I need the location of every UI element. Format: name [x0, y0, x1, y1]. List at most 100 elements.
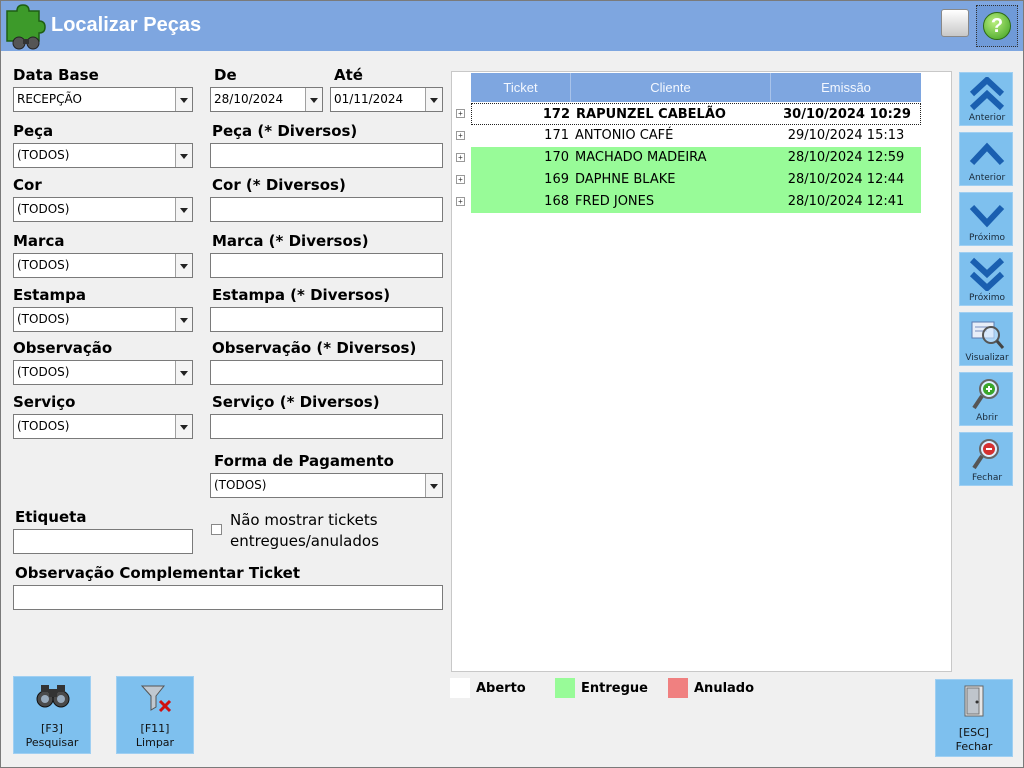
expand-icon[interactable]: + — [456, 197, 465, 206]
cor-label: Cor — [13, 176, 42, 194]
chevron-down-icon[interactable] — [305, 88, 322, 111]
servico-diversos-label: Serviço (* Diversos) — [212, 393, 380, 411]
observacao-diversos-label: Observação (* Diversos) — [212, 339, 417, 357]
expand-icon[interactable]: + — [456, 109, 465, 118]
chevron-down-icon[interactable] — [425, 88, 442, 111]
row-emissao: 28/10/2024 12:44 — [787, 172, 905, 187]
observacao-value: (TODOS) — [17, 365, 70, 379]
pesquisar-label: Pesquisar — [25, 736, 79, 749]
cor-diversos-input[interactable] — [210, 197, 443, 222]
ate-value: 01/11/2024 — [334, 92, 404, 106]
row-cliente: RAPUNZEL CABELÃO — [576, 107, 726, 122]
chevron-down-icon[interactable] — [175, 361, 192, 384]
chevron-down-icon[interactable] — [425, 474, 442, 497]
expand-icon[interactable]: + — [456, 153, 465, 162]
cor-value: (TODOS) — [17, 202, 70, 216]
row-ticket: 169 — [544, 172, 569, 187]
observacao-diversos-input[interactable] — [210, 360, 443, 385]
pesquisar-button[interactable]: [F3] Pesquisar — [13, 676, 91, 754]
legend-aberto-label: Aberto — [476, 681, 526, 696]
servico-label: Serviço — [13, 393, 76, 411]
table-row[interactable]: 171 ANTONIO CAFÉ 29/10/2024 15:13 — [471, 125, 921, 147]
table-row[interactable]: 170 MACHADO MADEIRA 28/10/2024 12:59 — [471, 147, 921, 169]
help-button[interactable]: ? — [976, 5, 1018, 47]
obs-complementar-input[interactable] — [13, 585, 443, 610]
chevron-down-icon[interactable] — [175, 144, 192, 167]
de-value: 28/10/2024 — [214, 92, 284, 106]
peca-select[interactable]: (TODOS) — [13, 143, 193, 168]
next-record-button[interactable]: Próximo — [959, 192, 1013, 246]
de-date-picker[interactable]: 28/10/2024 — [210, 87, 323, 112]
last-record-button[interactable]: Próximo — [959, 252, 1013, 306]
estampa-diversos-input[interactable] — [210, 307, 443, 332]
de-label: De — [214, 66, 237, 84]
limpar-button[interactable]: [F11] Limpar — [116, 676, 194, 754]
next-record-label: Próximo — [968, 233, 1006, 243]
chevron-down-icon — [969, 204, 1005, 228]
estampa-value: (TODOS) — [17, 312, 70, 326]
prev-record-label: Anterior — [968, 173, 1006, 183]
peca-diversos-input[interactable] — [210, 143, 443, 168]
row-cliente: MACHADO MADEIRA — [575, 150, 707, 165]
data-base-value: RECEPÇÃO — [17, 92, 82, 106]
window-title: Localizar Peças — [51, 14, 202, 36]
etiqueta-label: Etiqueta — [15, 508, 87, 526]
row-emissao: 30/10/2024 10:29 — [783, 107, 911, 122]
etiqueta-input[interactable] — [13, 529, 193, 554]
cor-select[interactable]: (TODOS) — [13, 197, 193, 222]
column-cliente[interactable]: Cliente — [571, 73, 771, 102]
servico-diversos-input[interactable] — [210, 414, 443, 439]
limpar-key: [F11] — [140, 722, 170, 735]
row-emissao: 29/10/2024 15:13 — [787, 128, 905, 143]
grid-header: Ticket Cliente Emissão — [471, 73, 921, 102]
column-emissao[interactable]: Emissão — [771, 73, 921, 102]
prev-record-button[interactable]: Anterior — [959, 132, 1013, 186]
legend-entregue-label: Entregue — [581, 681, 648, 696]
column-ticket[interactable]: Ticket — [471, 73, 571, 102]
fechar-nav-label: Fechar — [971, 473, 1003, 483]
main-window: Localizar Peças ? Data Base RECEPÇÃO De … — [0, 0, 1024, 768]
ate-date-picker[interactable]: 01/11/2024 — [330, 87, 443, 112]
legend-aberto-swatch — [450, 678, 470, 698]
chevron-down-icon[interactable] — [175, 254, 192, 277]
row-emissao: 28/10/2024 12:41 — [787, 194, 905, 209]
chevron-down-icon[interactable] — [175, 88, 192, 111]
fechar-label: Fechar — [955, 740, 993, 753]
nao-mostrar-label[interactable]: Não mostrar tickets entregues/anulados — [230, 510, 430, 552]
estampa-label: Estampa — [13, 286, 86, 304]
clear-filter-icon — [140, 685, 172, 713]
visualizar-button[interactable]: Visualizar — [959, 312, 1013, 366]
legend-anulado-swatch — [668, 678, 688, 698]
fechar-nav-button[interactable]: Fechar — [959, 432, 1013, 486]
chevron-down-icon[interactable] — [175, 308, 192, 331]
servico-value: (TODOS) — [17, 419, 70, 433]
obs-complementar-label: Observação Complementar Ticket — [15, 564, 300, 582]
chevron-down-icon[interactable] — [175, 415, 192, 438]
magnifier-document-icon — [971, 321, 1005, 349]
peca-label: Peça — [13, 122, 54, 140]
abrir-button[interactable]: Abrir — [959, 372, 1013, 426]
chevron-down-icon[interactable] — [175, 198, 192, 221]
visualizar-label: Visualizar — [965, 353, 1009, 363]
expand-icon[interactable]: + — [456, 131, 465, 140]
table-row[interactable]: 169 DAPHNE BLAKE 28/10/2024 12:44 — [471, 169, 921, 191]
first-record-button[interactable]: Anterior — [959, 72, 1013, 126]
observacao-select[interactable]: (TODOS) — [13, 360, 193, 385]
marca-value: (TODOS) — [17, 258, 70, 272]
marca-select[interactable]: (TODOS) — [13, 253, 193, 278]
table-row[interactable]: 172 RAPUNZEL CABELÃO 30/10/2024 10:29 — [471, 103, 921, 125]
estampa-select[interactable]: (TODOS) — [13, 307, 193, 332]
row-cliente: DAPHNE BLAKE — [575, 172, 676, 187]
table-row[interactable]: 168 FRED JONES 28/10/2024 12:41 — [471, 191, 921, 213]
nao-mostrar-checkbox[interactable] — [211, 524, 222, 535]
marca-diversos-input[interactable] — [210, 253, 443, 278]
fechar-button[interactable]: [ESC] Fechar — [935, 679, 1013, 757]
peca-diversos-label: Peça (* Diversos) — [212, 122, 358, 140]
data-base-select[interactable]: RECEPÇÃO — [13, 87, 193, 112]
forma-pagamento-select[interactable]: (TODOS) — [210, 473, 443, 498]
restore-button[interactable] — [941, 9, 969, 37]
row-ticket: 170 — [544, 150, 569, 165]
row-ticket: 171 — [544, 128, 569, 143]
servico-select[interactable]: (TODOS) — [13, 414, 193, 439]
expand-icon[interactable]: + — [456, 175, 465, 184]
